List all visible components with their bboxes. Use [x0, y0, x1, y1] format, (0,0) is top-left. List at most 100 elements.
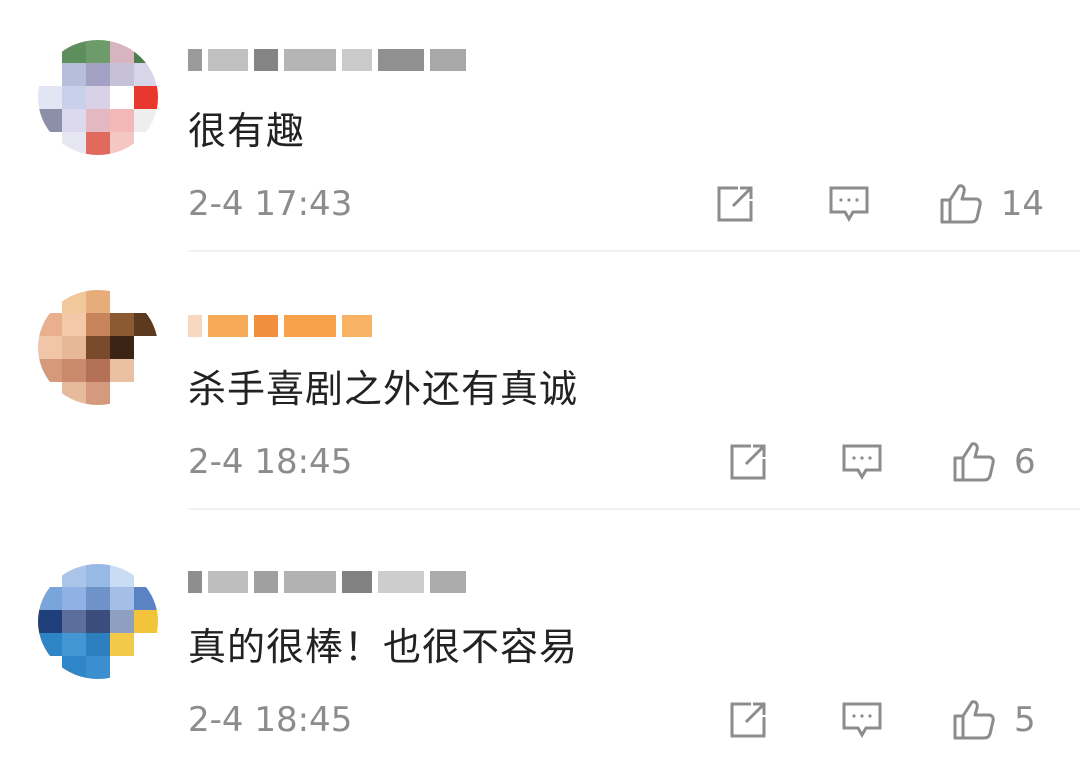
avatar-pixel [110, 63, 134, 86]
avatar-pixel [86, 109, 110, 132]
share-icon[interactable] [709, 178, 761, 230]
share-icon[interactable] [722, 694, 774, 746]
avatar-pixel [86, 290, 110, 313]
avatar-pixel [86, 382, 110, 405]
comment-text: 杀手喜剧之外还有真诚 [188, 367, 579, 411]
avatar-pixel [134, 610, 158, 633]
share-icon[interactable] [722, 436, 774, 488]
like-button[interactable]: 6 [948, 436, 1044, 488]
comment-timestamp: 2-4 18:45 [188, 442, 353, 482]
avatar-pixel [110, 132, 134, 155]
thumbs-up-icon [935, 178, 987, 230]
username-blur-block [378, 571, 424, 593]
avatar-pixel [38, 313, 62, 336]
avatar-pixel [110, 359, 134, 382]
avatar-pixel [62, 633, 86, 656]
avatar-pixel [134, 40, 158, 63]
avatar-pixel [62, 63, 86, 86]
avatar-pixel [38, 633, 62, 656]
avatar-pixel [86, 63, 110, 86]
avatar-pixel [110, 40, 134, 63]
reply-icon[interactable] [836, 694, 888, 746]
reply-icon[interactable] [836, 436, 888, 488]
avatar-pixel [86, 564, 110, 587]
username-blur-block [342, 315, 372, 337]
avatar-pixel [62, 313, 86, 336]
comment-actions: 5 [722, 694, 1044, 746]
like-button[interactable]: 14 [935, 178, 1044, 230]
avatar-pixel [38, 336, 62, 359]
comment-text: 真的很棒！也很不容易 [188, 625, 579, 669]
avatar-pixel [134, 86, 158, 109]
avatar-pixel [86, 86, 110, 109]
thumbs-up-icon [948, 694, 1000, 746]
username-blur-block [284, 315, 336, 337]
username-blur-block [208, 571, 248, 593]
avatar-pixel [134, 656, 158, 679]
avatar-pixel [86, 656, 110, 679]
comment-actions: 6 [722, 436, 1044, 488]
avatar-pixel [62, 587, 86, 610]
username-blur-block [430, 49, 466, 71]
avatar-pixel [134, 633, 158, 656]
like-count: 14 [1000, 184, 1044, 224]
avatar-pixel [62, 359, 86, 382]
avatar-pixel [110, 587, 134, 610]
avatar-pixel [38, 86, 62, 109]
avatar-pixel [38, 587, 62, 610]
avatar[interactable] [38, 40, 158, 155]
avatar-pixel [134, 587, 158, 610]
avatar-pixel [62, 336, 86, 359]
divider [188, 508, 1080, 510]
avatar-pixel [62, 382, 86, 405]
comment-item: 真的很棒！也很不容易 2-4 18:45 5 [0, 516, 1080, 774]
comment-timestamp: 2-4 18:45 [188, 700, 353, 740]
reply-icon[interactable] [823, 178, 875, 230]
avatar-pixel [134, 290, 158, 313]
username-blurred[interactable] [188, 40, 472, 80]
like-button[interactable]: 5 [948, 694, 1044, 746]
username-blur-block [284, 49, 336, 71]
avatar-pixel [86, 633, 110, 656]
username-blur-block [430, 571, 466, 593]
avatar[interactable] [38, 564, 158, 679]
divider [188, 250, 1080, 252]
comment-item: 很有趣 2-4 17:43 14 [0, 0, 1080, 258]
avatar-pixel [38, 610, 62, 633]
avatar-pixel [134, 132, 158, 155]
avatar-pixel [134, 359, 158, 382]
avatar[interactable] [38, 290, 158, 405]
avatar-pixel [134, 313, 158, 336]
username-blur-block [188, 571, 202, 593]
avatar-pixel [62, 610, 86, 633]
avatar-pixel [62, 109, 86, 132]
avatar-pixel [134, 382, 158, 405]
avatar-pixel [110, 382, 134, 405]
avatar-pixel [134, 63, 158, 86]
thumbs-up-icon [948, 436, 1000, 488]
avatar-pixel [86, 587, 110, 610]
avatar-pixel [62, 656, 86, 679]
avatar-pixel [62, 40, 86, 63]
username-blur-block [208, 49, 248, 71]
avatar-pixel [110, 610, 134, 633]
avatar-pixel [134, 109, 158, 132]
username-blurred[interactable] [188, 306, 378, 346]
username-blur-block [342, 49, 372, 71]
avatar-pixel [38, 656, 62, 679]
avatar-pixel [62, 132, 86, 155]
avatar-pixel [110, 86, 134, 109]
avatar-pixel [62, 290, 86, 313]
avatar-pixel [38, 290, 62, 313]
avatar-pixel [38, 63, 62, 86]
avatar-pixel [38, 132, 62, 155]
comment-item: 杀手喜剧之外还有真诚 2-4 18:45 6 [0, 258, 1080, 516]
username-blur-block [378, 49, 424, 71]
username-blurred[interactable] [188, 562, 472, 602]
avatar-pixel [86, 313, 110, 336]
avatar-pixel [110, 109, 134, 132]
username-blur-block [254, 315, 278, 337]
avatar-pixel [86, 359, 110, 382]
comment-text: 很有趣 [188, 109, 306, 153]
comment-timestamp: 2-4 17:43 [188, 184, 353, 224]
